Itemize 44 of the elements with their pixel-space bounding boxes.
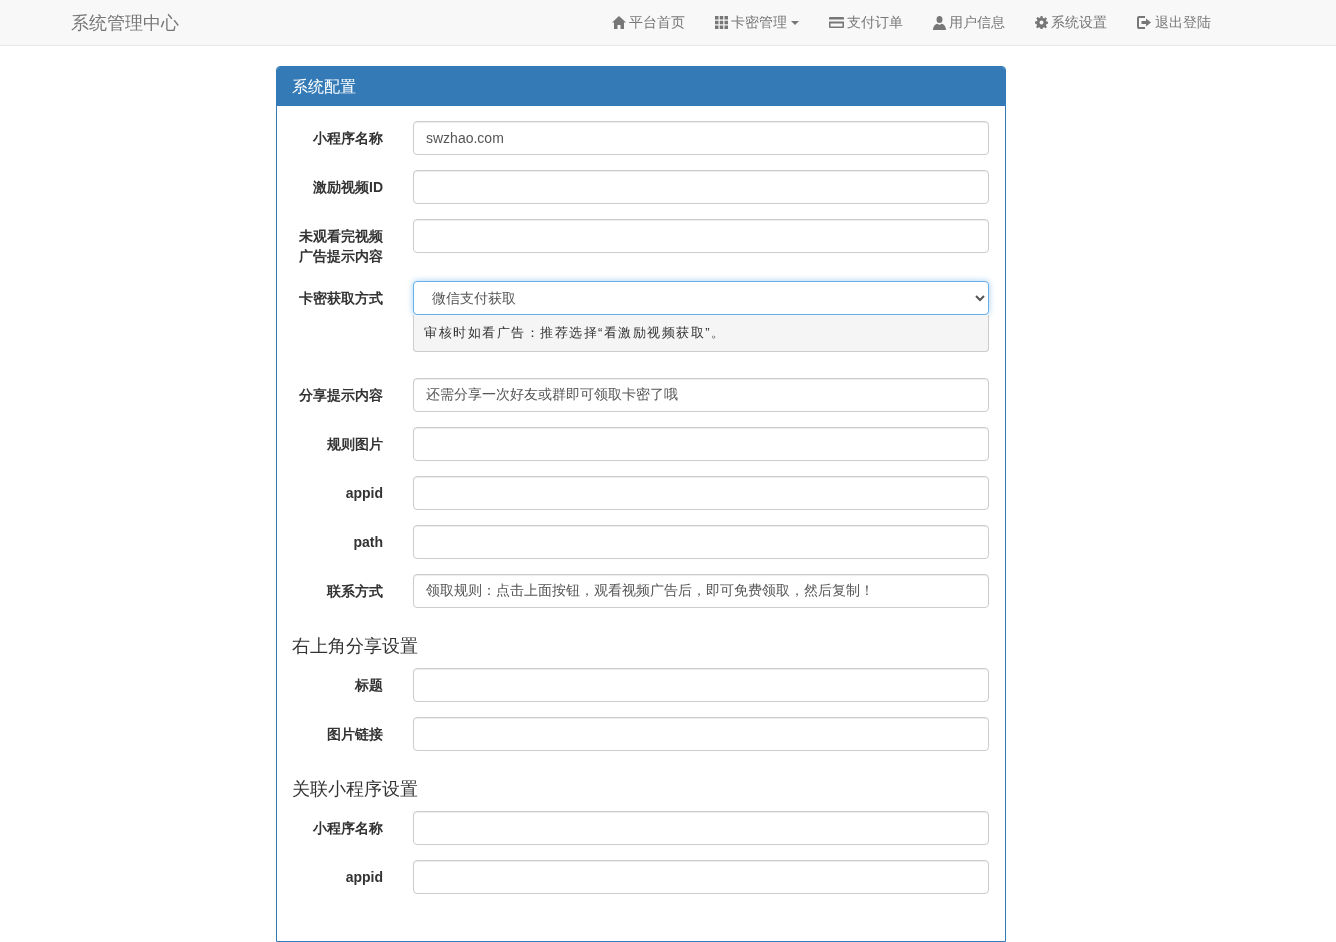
section-heading: 关联小程序设置	[292, 778, 419, 801]
brand-link[interactable]: 系统管理中心	[71, 10, 179, 35]
home-icon	[612, 16, 626, 29]
panel-title: 系统配置	[277, 67, 1005, 106]
field-label: appid	[344, 484, 383, 503]
input-field[interactable]	[413, 170, 989, 204]
nav-link[interactable]: 卡密管理	[700, 0, 814, 45]
input-field[interactable]	[413, 811, 989, 845]
settings-icon	[1035, 16, 1048, 29]
grid-icon	[715, 16, 728, 29]
field-label: 未观看完视频广告提示内容	[298, 227, 383, 266]
field-label: 小程序名称	[312, 129, 383, 148]
field-label: 规则图片	[326, 435, 383, 454]
field-label: 小程序名称	[312, 819, 383, 838]
help-text: 审核时如看广告：推荐选择“看激励视频获取”。	[413, 315, 989, 352]
user-icon	[933, 15, 946, 30]
field-label: 标题	[354, 676, 383, 695]
nav-link[interactable]: 平台首页	[597, 0, 700, 45]
section-heading: 右上角分享设置	[292, 635, 419, 658]
input-field[interactable]	[413, 860, 989, 894]
nav-link[interactable]: 退出登陆	[1122, 0, 1226, 45]
nav-link[interactable]: 系统设置	[1020, 0, 1122, 45]
field-label: appid	[344, 868, 383, 887]
field-label: 分享提示内容	[298, 386, 383, 405]
select-field[interactable]: 微信支付获取	[413, 281, 989, 315]
input-field[interactable]: 领取规则：点击上面按钮，观看视频广告后，即可免费领取，然后复制！	[413, 574, 989, 608]
logout-icon	[1137, 16, 1152, 29]
nav-link[interactable]: 用户信息	[918, 0, 1020, 45]
input-field[interactable]: swzhao.com	[413, 121, 989, 155]
input-field[interactable]	[413, 427, 989, 461]
nav-link[interactable]: 支付订单	[814, 0, 918, 45]
field-label: 激励视频ID	[312, 178, 383, 197]
input-field[interactable]	[413, 717, 989, 751]
caret-icon	[791, 20, 799, 25]
input-field[interactable]	[413, 476, 989, 510]
field-label: path	[352, 533, 383, 552]
input-field[interactable]	[413, 668, 989, 702]
input-field[interactable]: 还需分享一次好友或群即可领取卡密了哦	[413, 378, 989, 412]
input-field[interactable]	[413, 219, 989, 253]
field-label: 卡密获取方式	[298, 289, 383, 308]
field-label: 联系方式	[325, 582, 383, 601]
credit-card-icon	[829, 17, 844, 28]
field-label: 图片链接	[326, 725, 383, 744]
input-field[interactable]	[413, 525, 989, 559]
